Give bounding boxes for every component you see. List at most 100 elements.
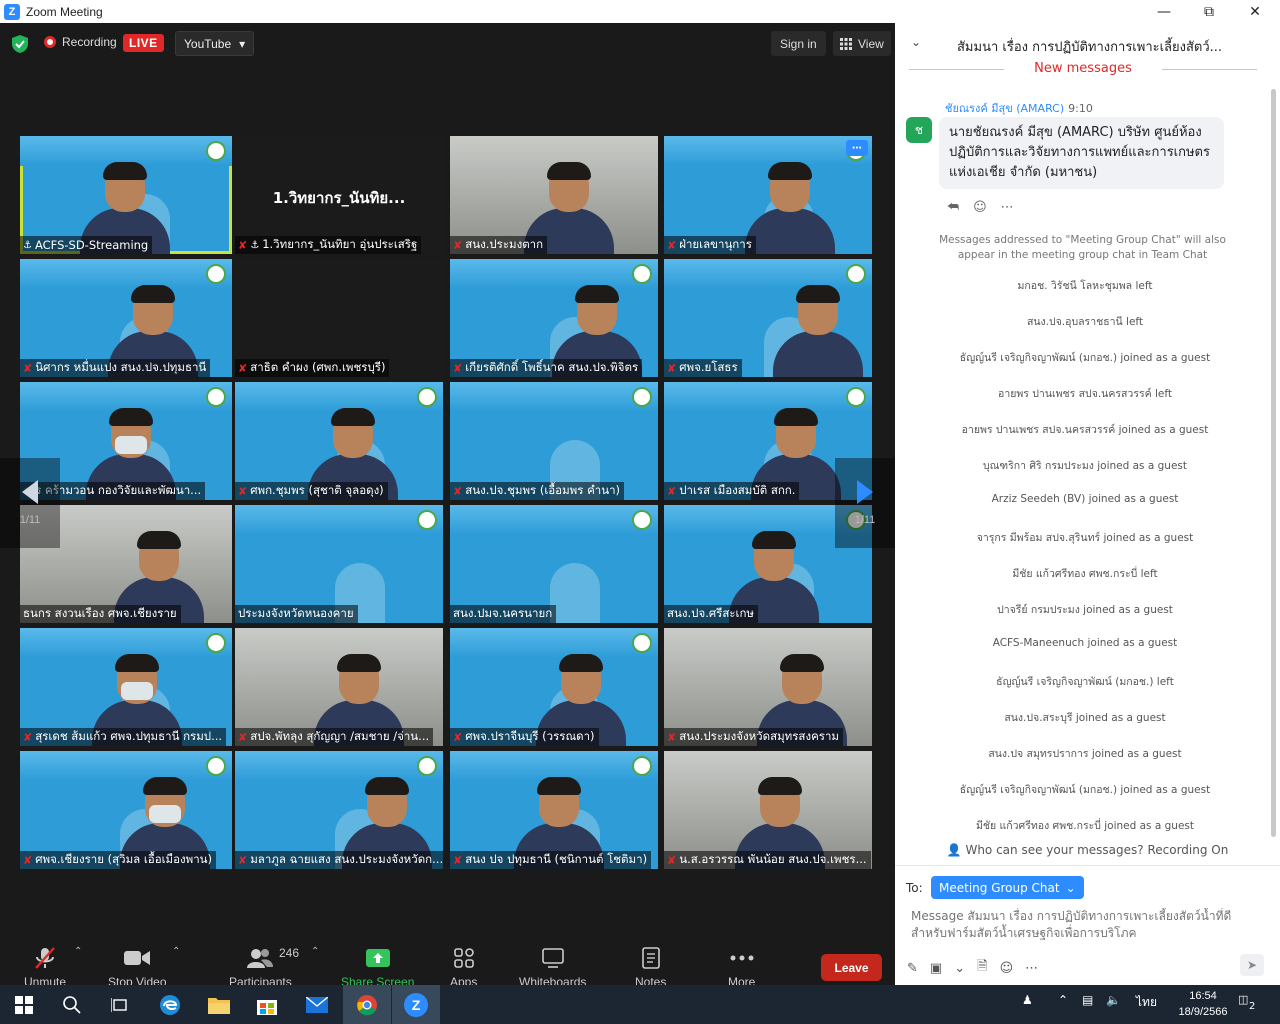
sender-name[interactable]: ชัยณรงค์ มีสุข (AMARC) (945, 102, 1064, 115)
emoji-react-icon[interactable]: ☺ (973, 200, 987, 215)
microphone-muted-icon: ✘ (453, 484, 463, 498)
participants-count: 246 (279, 946, 300, 960)
participants-button[interactable]: 246 Participants (229, 946, 299, 989)
security-shield-icon[interactable] (12, 35, 28, 53)
video-tile[interactable]: ✘ สปจ.พัทลุง สุกัญญา /สมชาย /จ่าน... (235, 628, 443, 746)
chevron-down-icon[interactable]: ⌄ (954, 961, 965, 976)
format-text-icon[interactable]: ✎ (907, 961, 918, 976)
search-icon (63, 995, 81, 1014)
leave-button[interactable]: Leave (821, 954, 882, 981)
screenshot-icon[interactable]: ▣ (930, 961, 942, 976)
store-taskbar-button[interactable] (243, 985, 291, 1024)
video-tile[interactable]: ⋯ ✘ ฝ่ายเลขานุการ (664, 136, 872, 254)
video-tile[interactable]: ✘ เกียรติศักดิ์ โพธิ์นาค สนง.ปจ.พิจิตร (450, 259, 658, 377)
next-page-button[interactable]: 1/11 (835, 458, 895, 548)
participant-name: ศพก.ชุมพร (สุชาติ จุลอดุง) (250, 483, 384, 497)
participant-nameplate: ✘ สปจ.พัทลุง สุกัญญา /สมชาย /จ่าน... (235, 728, 434, 746)
edge-taskbar-button[interactable] (146, 985, 194, 1024)
sign-in-button[interactable]: Sign in (771, 31, 826, 56)
more-options-icon[interactable]: ⋯ (1025, 961, 1038, 976)
maximize-button[interactable]: ⧉ (1186, 0, 1232, 23)
notes-button[interactable]: Notes (635, 946, 666, 989)
zoom-taskbar-button[interactable]: Z (392, 985, 440, 1024)
message-input[interactable] (911, 908, 1256, 944)
chat-system-event: บุณฑริกา ศิริ กรมประมง joined as a guest (982, 460, 1187, 472)
chat-system-event: ธัญญ์นรี เจริญกิจญาพัฒน์ (มกอช.) joined … (959, 784, 1211, 796)
participants-options-chevron-icon[interactable]: ⌃ (311, 946, 319, 957)
more-options-icon[interactable]: ⋯ (1001, 200, 1014, 215)
recipient-dropdown[interactable]: Meeting Group Chat ⌄ (931, 876, 1084, 899)
video-tile[interactable]: ประมงจังหวัดหนองคาย (235, 505, 443, 623)
video-tile[interactable]: ✘ สนง.ปจ.ชุมพร (เอื้อมพร คำนา) (450, 382, 658, 500)
video-tile[interactable]: ✘ ศพก.ชุมพร (สุชาติ จุลอดุง) (235, 382, 443, 500)
system-clock[interactable]: 16:54 18/9/2566 (1172, 988, 1234, 1020)
chrome-taskbar-button[interactable] (343, 985, 391, 1024)
participant-name: สนง.ประมงจังหวัดสมุทรสงคราม (679, 729, 839, 743)
who-can-see-label: Who can see your messages? Recording On (965, 843, 1229, 857)
view-button[interactable]: View (833, 31, 891, 56)
video-tile[interactable]: ✘ สนง.ประมงตาก (450, 136, 658, 254)
video-tile[interactable]: ✘ สนง.ประมงจังหวัดสมุทรสงคราม (664, 628, 872, 746)
microphone-muted-icon: ✘ (238, 730, 248, 744)
audio-options-chevron-icon[interactable]: ⌃ (74, 946, 82, 957)
chevron-up-icon[interactable]: ⌃ (1058, 993, 1068, 1007)
video-options-chevron-icon[interactable]: ⌃ (172, 946, 180, 957)
file-attach-icon[interactable]: 🗎 (977, 957, 987, 979)
who-can-see-link[interactable]: 👤 Who can see your messages? Recording O… (895, 843, 1280, 857)
file-explorer-taskbar-button[interactable] (195, 985, 243, 1024)
participant-name: 1.วิทยากร_นันทิยา อุ่นประเสริฐ (262, 237, 418, 251)
apps-button[interactable]: Apps (450, 946, 477, 989)
recording-indicator[interactable]: Recording (44, 35, 117, 49)
chat-system-event: ธัญญ์นรี เจริญกิจญาพัฒน์ (มกอช.) left (996, 676, 1174, 688)
chat-scrollbar[interactable] (1271, 89, 1276, 837)
grid-view-icon (840, 37, 852, 50)
people-icon[interactable]: ♟ (1022, 993, 1033, 1007)
task-view-button[interactable] (96, 985, 144, 1024)
video-tile[interactable]: ⚓ ACFS-SD-Streaming (20, 136, 232, 254)
start-button[interactable] (0, 985, 48, 1024)
video-tile[interactable]: สนง.ปมจ.นครนายก (450, 505, 658, 623)
video-tile[interactable]: ✘ มลาภูล ฉายแสง สนง.ประมงจังหวัดก... (235, 751, 443, 869)
minimize-button[interactable]: — (1141, 0, 1187, 23)
network-icon[interactable]: ▤ (1082, 993, 1093, 1007)
participant-name: มลาภูล ฉายแสง สนง.ประมงจังหวัดก... (250, 852, 443, 866)
notification-center-button[interactable]: ◫ 2 (1238, 993, 1260, 1015)
participant-nameplate: ✘ ศพจ.ยโสธร (664, 359, 742, 377)
more-button[interactable]: More (728, 946, 755, 989)
mail-taskbar-button[interactable] (293, 985, 341, 1024)
video-tile[interactable]: ✘ ศพจ.ปราจีนบุรี (วรรณดา) (450, 628, 658, 746)
tile-more-options-icon[interactable]: ⋯ (846, 140, 868, 156)
apps-icon (453, 946, 474, 970)
participant-nameplate: ✘ ศพจ.เชียงราย (สุวิมล เอื้อเมืองพาน) (20, 851, 217, 869)
send-icon[interactable]: ➤ (1240, 954, 1264, 976)
video-tile[interactable]: ✘ สุรเดช ส้มแก้ว ศพจ.ปทุมธานี กรมป... (20, 628, 232, 746)
microphone-muted-icon: ✘ (453, 730, 463, 744)
participant-name: สนง ปจ ปทุมธานี (ชนิกานต์ โชติมา) (465, 852, 648, 866)
stream-target-dropdown[interactable]: YouTube ▾ (175, 31, 255, 56)
reply-icon[interactable]: ⮪ (947, 200, 959, 215)
emoji-icon[interactable]: ☺ (1000, 961, 1014, 976)
chat-title[interactable]: สัมมนา เรื่อง การปฏิบัติทางการเพาะเลี้ยง… (957, 36, 1227, 57)
participant-nameplate: ✘ นิศากร หมื่นแปง สนง.ปจ.ปทุมธานี (20, 359, 211, 377)
video-tile[interactable]: ✘ ศพจ.ยโสธร (664, 259, 872, 377)
close-button[interactable]: ✕ (1232, 0, 1278, 23)
video-tile[interactable]: ✘ สนง ปจ ปทุมธานี (ชนิกานต์ โชติมา) (450, 751, 658, 869)
unmute-button[interactable]: Unmute (24, 946, 66, 989)
share-screen-button[interactable]: Share Screen (341, 946, 414, 989)
search-button[interactable] (48, 985, 96, 1024)
video-tile[interactable]: ✘ นิศากร หมื่นแปง สนง.ปจ.ปทุมธานี (20, 259, 232, 377)
input-language-indicator[interactable]: ไทย (1136, 993, 1157, 1012)
video-tile[interactable]: 1.วิทยากร_นันทิย... ✘ ⚓ 1.วิทยากร_นันทิยา อ… (235, 136, 443, 254)
video-tile[interactable]: ✘ สาธิต คำผง (ศพก.เพชรบุรี) (235, 259, 443, 377)
video-tile[interactable]: ✘ ศพจ.เชียงราย (สุวิมล เอื้อเมืองพาน) (20, 751, 232, 869)
chat-system-event: อายพร ปานเพชร สปจ.นครสวรรค์ joined as a … (961, 424, 1209, 436)
previous-page-button[interactable]: 1/11 (0, 458, 60, 548)
sender-avatar: ช (906, 117, 932, 143)
whiteboards-button[interactable]: Whiteboards (519, 946, 586, 989)
microphone-muted-icon: ✘ (667, 853, 677, 867)
stop-video-button[interactable]: Stop Video (108, 946, 167, 989)
collapse-chevron-icon[interactable]: ⌄ (911, 35, 921, 49)
participant-nameplate: ✘ สนง ปจ ปทุมธานี (ชนิกานต์ โชติมา) (450, 851, 652, 869)
volume-icon[interactable]: 🔈 (1106, 993, 1121, 1007)
video-tile[interactable]: ✘ น.ส.อรวรรณ พันน้อย สนง.ปจ.เพชร... (664, 751, 872, 869)
